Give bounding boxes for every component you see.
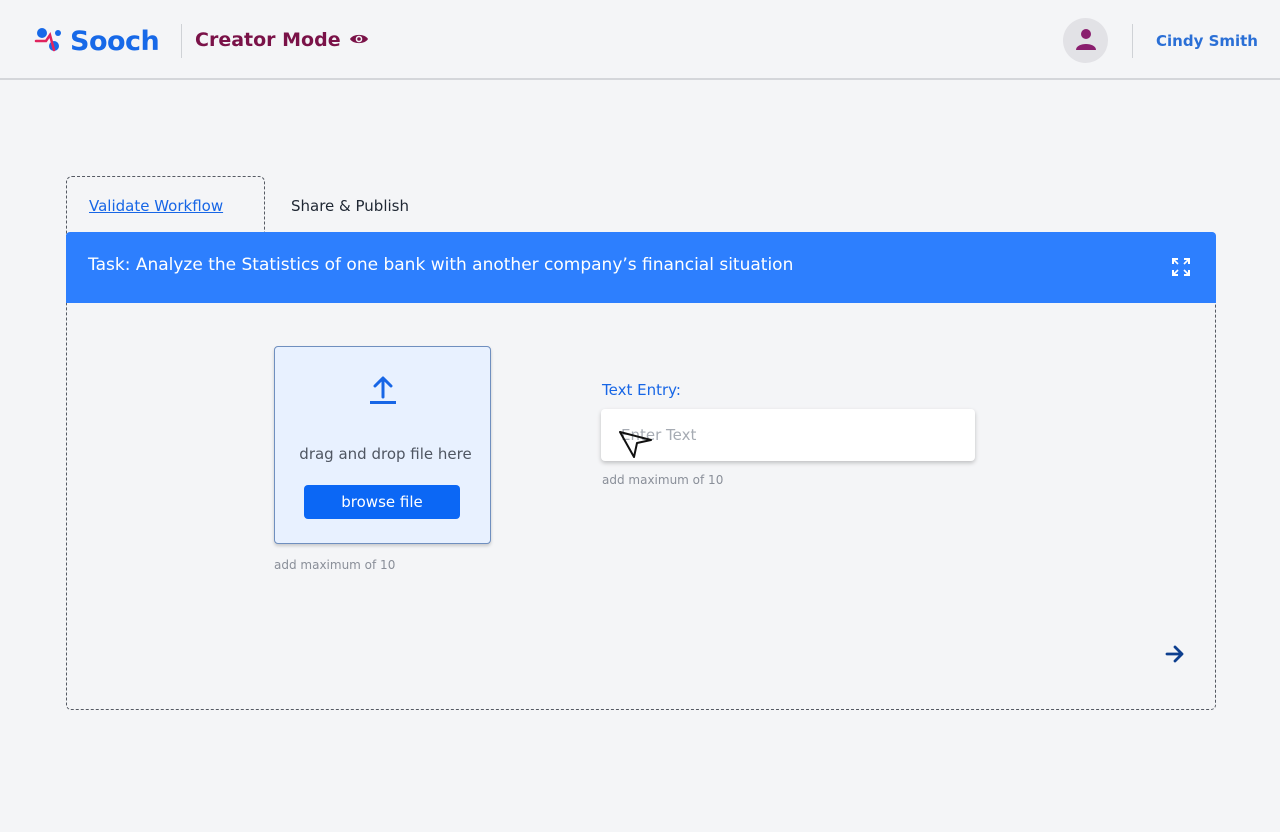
header-divider	[1132, 24, 1133, 58]
task-title: Task: Analyze the Statistics of one bank…	[88, 255, 794, 275]
arrow-right-icon[interactable]	[1164, 643, 1186, 665]
workflow-panel	[66, 232, 1216, 710]
header-divider	[181, 24, 182, 58]
brand-logo[interactable]: Sooch	[34, 24, 160, 58]
app-header: Sooch Creator Mode Cindy Smith	[0, 0, 1280, 80]
text-entry-label: Text Entry:	[602, 381, 681, 399]
expand-icon[interactable]	[1172, 258, 1190, 276]
dropzone-label: drag and drop file here	[299, 445, 472, 463]
brand-name: Sooch	[70, 25, 160, 57]
user-icon	[1075, 27, 1097, 55]
tab-validate-workflow-label[interactable]: Validate Workflow	[89, 197, 223, 215]
browse-file-button[interactable]: browse file	[304, 485, 460, 519]
tab-share-publish[interactable]: Share & Publish	[291, 197, 409, 215]
avatar[interactable]	[1063, 18, 1108, 63]
creator-mode-indicator[interactable]: Creator Mode	[195, 29, 369, 51]
text-entry-input[interactable]	[601, 409, 975, 461]
text-entry-hint: add maximum of 10	[602, 473, 724, 487]
file-dropzone[interactable]: drag and drop file here browse file	[274, 346, 491, 544]
eye-icon[interactable]	[349, 31, 369, 50]
mouse-cursor-icon	[619, 429, 653, 463]
user-name[interactable]: Cindy Smith	[1156, 32, 1258, 50]
upload-icon	[369, 375, 397, 409]
sooch-logo-icon	[34, 24, 66, 58]
upload-hint: add maximum of 10	[274, 558, 396, 572]
mode-label: Creator Mode	[195, 29, 341, 51]
task-header: Task: Analyze the Statistics of one bank…	[66, 232, 1216, 303]
